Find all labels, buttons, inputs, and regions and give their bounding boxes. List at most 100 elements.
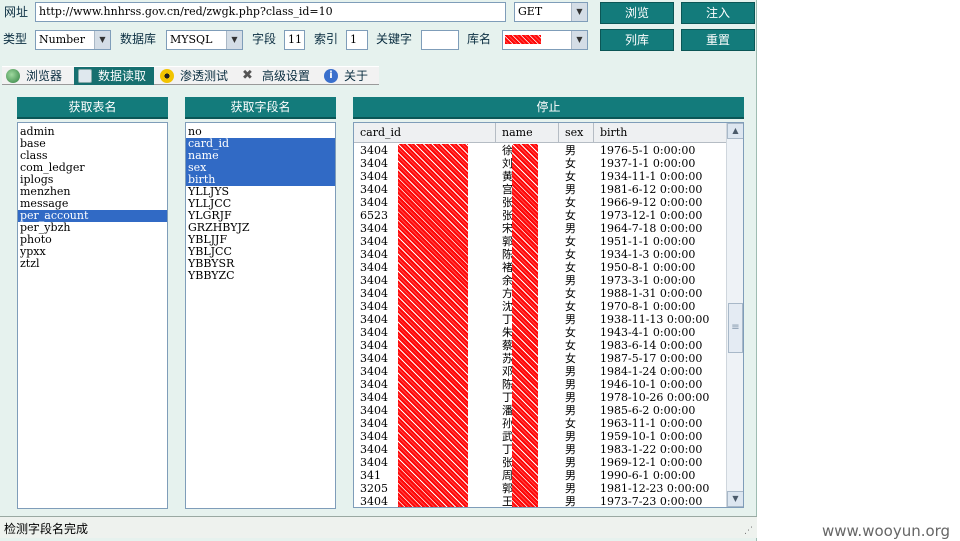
table-name-item[interactable]: ypxx xyxy=(18,246,167,258)
card-id-cell: 3404 xyxy=(360,170,388,183)
card-id-cell: 3404 xyxy=(360,196,388,209)
redacted-card-id-column xyxy=(398,144,468,507)
tab-label: 数据读取 xyxy=(98,69,147,83)
birth-cell: 1976-5-1 0:00:00 xyxy=(600,144,696,157)
card-id-cell: 6523 xyxy=(360,209,388,222)
card-id-cell: 3404 xyxy=(360,404,388,417)
sex-cell: 男 xyxy=(565,378,576,391)
card-id-cell: 3404 xyxy=(360,222,388,235)
dbname-label: 库名 xyxy=(467,32,492,46)
tab-pentest[interactable]: 渗透测试 xyxy=(156,67,236,85)
sex-cell: 女 xyxy=(565,287,576,300)
fields-listbox[interactable]: no card_id name sex birth YLLJYS YLLJCC YLGRJF G… xyxy=(185,122,336,509)
chevron-down-icon[interactable]: ▼ xyxy=(226,31,242,49)
redacted-name-column xyxy=(512,144,538,507)
sex-cell: 男 xyxy=(565,404,576,417)
tab-about[interactable]: i 关于 xyxy=(320,67,378,85)
chevron-down-icon[interactable]: ▼ xyxy=(571,31,587,49)
card-id-cell: 3205 xyxy=(360,482,388,495)
sex-cell: 女 xyxy=(565,235,576,248)
card-id-cell: 3404 xyxy=(360,157,388,170)
birth-cell: 1981-6-12 0:00:00 xyxy=(600,183,703,196)
sex-cell: 男 xyxy=(565,144,576,157)
tab-browser[interactable]: 浏览器 xyxy=(2,67,72,85)
birth-cell: 1959-10-1 0:00:00 xyxy=(600,430,703,443)
card-id-cell: 3404 xyxy=(360,235,388,248)
sex-cell: 男 xyxy=(565,365,576,378)
keyword-label: 关键字 xyxy=(376,32,413,46)
method-select[interactable]: GET ▼ xyxy=(514,2,588,22)
column-header[interactable]: name xyxy=(496,123,559,143)
birth-cell: 1951-1-1 0:00:00 xyxy=(600,235,696,248)
card-id-cell: 3404 xyxy=(360,365,388,378)
birth-cell: 1946-10-1 0:00:00 xyxy=(600,378,703,391)
browse-button[interactable]: 浏览 xyxy=(600,2,674,24)
reset-button[interactable]: 重置 xyxy=(681,29,755,51)
sex-cell: 男 xyxy=(565,183,576,196)
index-label: 索引 xyxy=(314,32,339,46)
card-id-cell: 341 xyxy=(360,469,381,482)
column-header[interactable]: card_id xyxy=(354,123,496,143)
info-icon: i xyxy=(324,69,338,83)
field-name-item[interactable]: name xyxy=(186,150,335,162)
sex-cell: 男 xyxy=(565,495,576,508)
dbname-select[interactable]: ▼ xyxy=(502,30,588,50)
tables-listbox[interactable]: admin base class com_ledger iplogs menzhen mes… xyxy=(17,122,168,509)
method-value: GET xyxy=(518,5,543,18)
url-input[interactable]: http://www.hnhrss.gov.cn/red/zwgk.php?cl… xyxy=(35,2,506,22)
sex-cell: 女 xyxy=(565,170,576,183)
birth-cell: 1990-6-1 0:00:00 xyxy=(600,469,696,482)
index-input[interactable]: 1 xyxy=(346,30,368,50)
field-name-item[interactable]: YBBYZC xyxy=(186,270,335,282)
scroll-down-icon[interactable]: ▼ xyxy=(727,491,743,507)
birth-cell: 1970-8-1 0:00:00 xyxy=(600,300,696,313)
card-id-cell: 3404 xyxy=(360,261,388,274)
birth-cell: 1973-3-1 0:00:00 xyxy=(600,274,696,287)
field-count-input[interactable]: 11 xyxy=(284,30,305,50)
birth-cell: 1950-8-1 0:00:00 xyxy=(600,261,696,274)
card-id-cell: 3404 xyxy=(360,378,388,391)
scrollbar-thumb[interactable]: ≡ xyxy=(728,303,743,353)
birth-cell: 1973-7-23 0:00:00 xyxy=(600,495,703,508)
sex-cell: 女 xyxy=(565,209,576,222)
sex-cell: 女 xyxy=(565,352,576,365)
keyword-input[interactable] xyxy=(421,30,459,50)
chevron-down-icon[interactable]: ▼ xyxy=(94,31,110,49)
chevron-down-icon[interactable]: ▼ xyxy=(571,3,587,21)
sex-cell: 男 xyxy=(565,391,576,404)
birth-cell: 1938-11-13 0:00:00 xyxy=(600,313,710,326)
grid-body: 3404 徐男 1976-5-1 0:00:00 3404 刘女 1937-1-1 0:0… xyxy=(354,144,726,508)
tab-label: 高级设置 xyxy=(262,69,311,83)
db-select[interactable]: MYSQL ▼ xyxy=(166,30,243,50)
vertical-scrollbar[interactable]: ▲ ≡ ▼ xyxy=(726,123,743,507)
type-select[interactable]: Number ▼ xyxy=(35,30,111,50)
card-id-cell: 3404 xyxy=(360,274,388,287)
card-id-cell: 3404 xyxy=(360,313,388,326)
tab-data-read[interactable]: 数据读取 xyxy=(74,67,154,85)
sex-cell: 女 xyxy=(565,196,576,209)
sex-cell: 男 xyxy=(565,430,576,443)
sex-cell: 女 xyxy=(565,417,576,430)
inject-button[interactable]: 注入 xyxy=(681,2,755,24)
list-db-button[interactable]: 列库 xyxy=(600,29,674,51)
data-grid[interactable]: card_id name sex birth 3404 徐男 1976-5-1 0:… xyxy=(353,122,744,508)
birth-cell: 1964-7-18 0:00:00 xyxy=(600,222,703,235)
sex-cell: 男 xyxy=(565,222,576,235)
sex-cell: 男 xyxy=(565,482,576,495)
db-label: 数据库 xyxy=(120,32,157,46)
table-name-item[interactable]: ztzl xyxy=(18,258,167,270)
tools-icon: ✖ xyxy=(242,68,253,83)
birth-cell: 1984-1-24 0:00:00 xyxy=(600,365,703,378)
resize-grip-icon[interactable]: ⋰ xyxy=(744,526,753,536)
card-id-cell: 3404 xyxy=(360,443,388,456)
sex-cell: 女 xyxy=(565,157,576,170)
column-header[interactable]: birth xyxy=(594,123,726,143)
birth-cell: 1987-5-17 0:00:00 xyxy=(600,352,703,365)
tab-advanced[interactable]: ✖ 高级设置 xyxy=(238,67,318,85)
scroll-up-icon[interactable]: ▲ xyxy=(727,123,743,139)
stop-button[interactable]: 停止 xyxy=(353,97,744,119)
card-id-cell: 3404 xyxy=(360,495,388,508)
column-header[interactable]: sex xyxy=(559,123,594,143)
status-text: 检测字段名完成 xyxy=(4,522,89,536)
db-value: MYSQL xyxy=(170,33,213,46)
